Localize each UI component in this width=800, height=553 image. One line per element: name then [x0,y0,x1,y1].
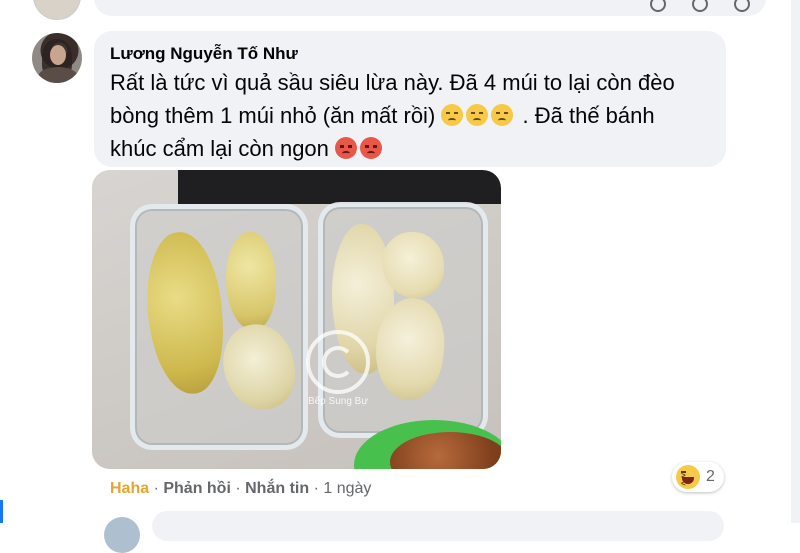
next-reply-avatar[interactable] [104,517,140,553]
previous-action-icon[interactable] [734,0,750,12]
reaction-summary[interactable]: >< 2 [672,462,724,492]
focus-indicator [0,500,3,523]
sad-relieved-face-icon [441,104,464,126]
comment-photo[interactable]: Bếp Sung Bự [92,170,501,469]
previous-action-icon[interactable] [692,0,708,12]
comment-bubble: Lương Nguyễn Tố Như Rất là tức vì quả sầ… [94,31,726,167]
reply-input-field[interactable] [152,511,724,541]
watermark-logo-icon [306,330,370,394]
separator: · [230,480,246,497]
comment-text-line-1: Rất là tức vì quả sầu siêu lừa này. Đã 4… [110,70,675,95]
durian-segment [382,232,444,298]
comment-text-fragment: . Đã thế bánh [516,103,655,128]
commenter-avatar[interactable] [32,33,82,83]
scrollbar[interactable] [791,0,800,523]
angry-face-icon [335,137,358,159]
previous-comment-avatar[interactable] [33,0,81,20]
angry-face-icon [360,137,383,159]
previous-action-icon[interactable] [650,0,666,12]
comment-actions: Haha · Phản hồi · Nhắn tin · 1 ngày [110,480,371,498]
comment-timestamp[interactable]: 1 ngày [323,480,371,497]
comment-text: Rất là tức vì quả sầu siêu lừa này. Đã 4… [110,66,710,165]
sad-relieved-face-icon [491,104,514,126]
watermark-text: Bếp Sung Bự [307,396,369,407]
previous-comment-icons [650,0,750,12]
comment-text-fragment: khúc cẩm lại còn ngon [110,136,329,161]
separator: · [309,480,324,497]
reply-button[interactable]: Phản hồi [163,480,231,497]
haha-icon: >< [676,465,700,489]
sad-relieved-face-icon [466,104,489,126]
comment-text-line-3: khúc cẩm lại còn ngon [110,132,710,165]
reaction-count: 2 [706,468,715,485]
message-button[interactable]: Nhắn tin [245,480,309,497]
reaction-button[interactable]: Haha [110,480,149,497]
comment-text-line-2: bòng thêm 1 múi nhỏ (ăn mất rồi) . Đã th… [110,99,710,132]
comment-text-fragment: bòng thêm 1 múi nhỏ (ăn mất rồi) [110,103,436,128]
photo-background-dark [178,170,501,204]
durian-segment [226,232,276,330]
comment-author-name[interactable]: Lương Nguyễn Tố Như [110,43,710,65]
separator: · [149,480,164,497]
